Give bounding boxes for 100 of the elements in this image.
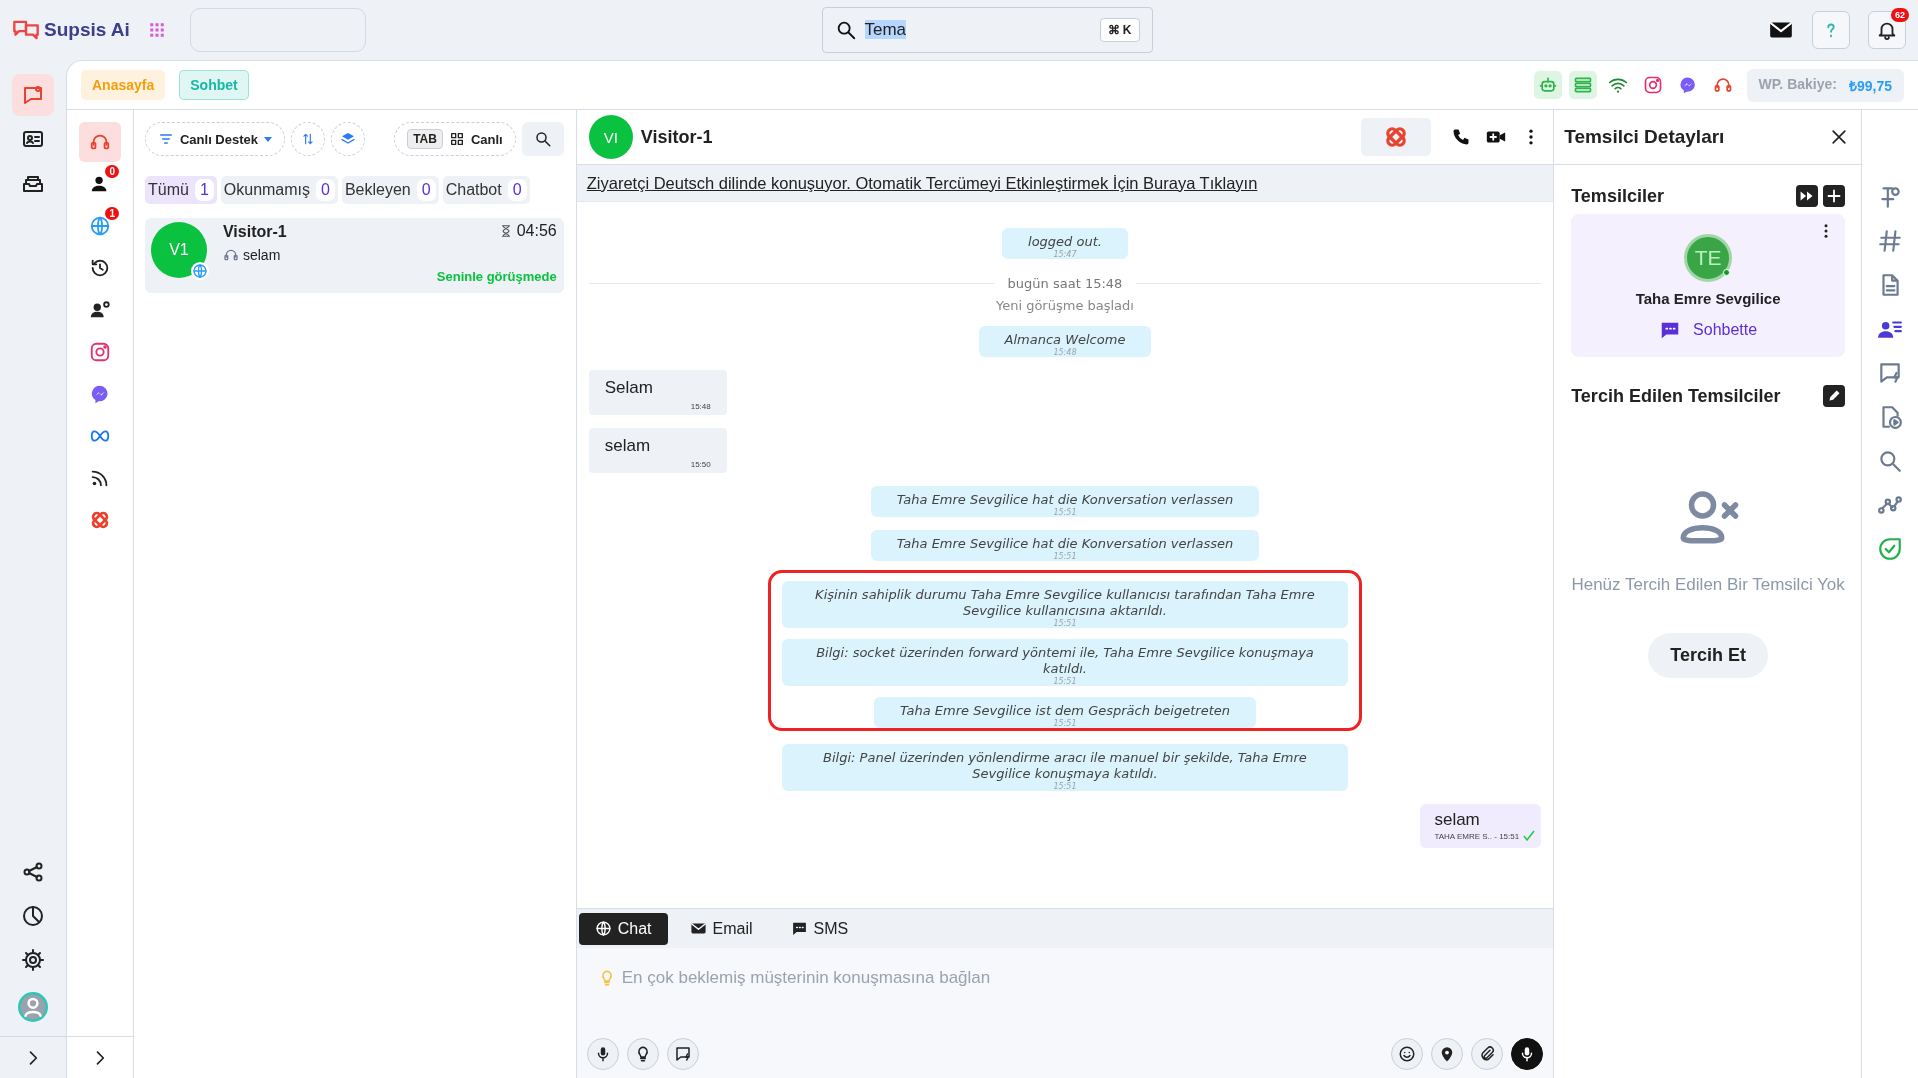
agent-status: Sohbette (1693, 321, 1758, 339)
agent-name: Taha Emre Sevgilice (1635, 290, 1781, 307)
chat-bubble-icon (21, 83, 45, 107)
count-badge: 0 (316, 179, 335, 201)
count-badge: 0 (105, 165, 119, 178)
empty-state-text: Henüz Tercih Edilen Bir Temsilci Yok (1571, 575, 1845, 595)
message-preview: selam (242, 247, 281, 263)
apps-grid-icon[interactable] (147, 21, 166, 39)
channel-item[interactable]: 1 (79, 206, 121, 246)
avatar: VI (588, 115, 633, 159)
count-badge: 1 (105, 207, 119, 220)
count-badge: 0 (507, 179, 527, 201)
message-time: 15:48 (1052, 348, 1078, 357)
settings-icon[interactable] (21, 948, 45, 972)
chat-lightning-icon (1877, 360, 1903, 386)
section-title: Temsilciler (1571, 185, 1665, 207)
search-icon (1877, 448, 1903, 474)
chat-lightning-icon (673, 1045, 692, 1063)
message-time: 15:51 (1052, 619, 1078, 628)
avatar-icon[interactable] (18, 992, 48, 1022)
channel-tab[interactable]: Email (673, 912, 769, 945)
section-title: Tercih Edilen Temsilciler (1571, 385, 1782, 407)
avatar: TE (1684, 234, 1733, 282)
message-text: Bilgi: socket üzerinden forward yöntemi ile, Taha Emre Sevgilice konuşmaya katıldı. (816, 645, 1314, 676)
notification-badge: 62 (1891, 8, 1909, 22)
plus-icon[interactable] (1823, 185, 1846, 207)
message-text: Kişinin sahiplik durumu Taha Emre Sevgilice kullanıcısı tarafından Taha Emre Sevgilice kullanıcısına aktarıldı. (815, 587, 1315, 618)
instagram-icon (89, 341, 111, 363)
tab-label: Bekleyen (344, 181, 411, 199)
share-icon[interactable] (21, 860, 45, 884)
wait-time: 04:56 (516, 222, 557, 240)
avatar: V1 (150, 222, 207, 278)
search-field[interactable]: Tema ⌘ K (821, 7, 1153, 53)
panel-title: Temsilci Detayları (1564, 126, 1726, 148)
balance-label: WP. Bakiye: (1758, 75, 1837, 94)
input-field[interactable] (190, 8, 366, 52)
headset-icon[interactable] (1712, 75, 1733, 95)
message-time: 15:51 (1052, 552, 1078, 561)
message-text: selam (604, 436, 651, 455)
integration-button[interactable] (1361, 118, 1432, 156)
history-icon (89, 257, 111, 279)
globe-icon (594, 920, 612, 937)
fast-forward-icon[interactable] (1796, 185, 1819, 207)
status-label: Seninle görüşmede (436, 269, 557, 284)
tool-button[interactable] (1391, 1038, 1424, 1070)
date-divider: bugün saat 15:48 (1007, 276, 1123, 291)
caret-icon (264, 136, 272, 142)
message-text: Taha Emre Sevgilice hat die Konversation verlassen (896, 536, 1234, 551)
message-time: 15:51 (1052, 508, 1078, 517)
tool-button[interactable] (586, 1038, 619, 1070)
shortcut-key: ⌘ K (1099, 18, 1140, 42)
tab-label: Chatbot (445, 181, 502, 199)
globe-icon (191, 263, 208, 279)
message-meta: TAHA EMRE S.. - 15:51 (1434, 831, 1520, 841)
message-dots-icon (790, 920, 808, 937)
pencil-icon[interactable] (1823, 385, 1846, 407)
paperclip-icon (1478, 1045, 1497, 1063)
channel-tab[interactable]: SMS (774, 912, 865, 945)
tab-label: Okunmamış (223, 181, 311, 199)
headset-icon (222, 247, 239, 263)
tool-button[interactable] (1431, 1038, 1464, 1070)
tool-button[interactable] (626, 1038, 659, 1070)
status-tab[interactable]: Tümü 1 (144, 176, 217, 204)
globe-icon (89, 215, 111, 237)
channel-item[interactable]: 0 (79, 164, 121, 204)
conversation-item[interactable]: V1 Visitor-1 04:56 selam Seninle görüşmede (144, 218, 564, 293)
message-time: 15:47 (1052, 250, 1078, 259)
tab-key: TAB (407, 129, 443, 149)
status-tab[interactable]: Okunmamış 0 (220, 176, 338, 204)
smiley-icon (1398, 1045, 1417, 1063)
contact-name: Visitor-1 (222, 223, 287, 241)
status-tab[interactable]: Bekleyen 0 (341, 176, 439, 204)
filter-icon (157, 131, 174, 147)
phone-icon[interactable] (1451, 127, 1472, 147)
message-text: Selam (604, 378, 653, 397)
status-tab[interactable]: Chatbot 0 (442, 176, 530, 204)
message-time: 15:48 (689, 402, 711, 411)
tab-label: Tümü (147, 181, 189, 199)
chat-title: Visitor-1 (640, 126, 713, 148)
hash-icon (1877, 228, 1903, 254)
search-button[interactable] (521, 122, 564, 156)
tool-button[interactable] (1471, 1038, 1504, 1070)
pie-chart-icon[interactable] (21, 904, 45, 928)
message-text: selam (1434, 810, 1481, 830)
message-time: 15:51 (1052, 677, 1078, 686)
prefer-button[interactable]: Tercih Et (1648, 633, 1769, 678)
balance-value: ₺99,75 (1848, 76, 1892, 95)
message-time: 15:51 (1052, 719, 1078, 728)
count-badge: 1 (194, 179, 214, 201)
instagram-icon[interactable] (1642, 75, 1663, 95)
channel-tab[interactable]: Chat (578, 912, 668, 945)
notifications-button[interactable]: 62 (1868, 11, 1906, 49)
tool-button[interactable] (666, 1038, 699, 1070)
message-time: 15:50 (689, 460, 711, 469)
message-time: 15:51 (1052, 782, 1078, 791)
search-icon (533, 130, 552, 148)
message-text: Bilgi: Panel üzerinden yönlendirme aracı ile manuel bir şekilde, Taha Emre Sevgilice konuşmaya katıldı. (823, 750, 1307, 781)
placeholder-text: En çok beklemiş müşterinin konuşmasına bağlan (621, 968, 991, 988)
record-button[interactable] (1511, 1038, 1544, 1070)
brand-name: Supsis Ai (44, 19, 130, 41)
